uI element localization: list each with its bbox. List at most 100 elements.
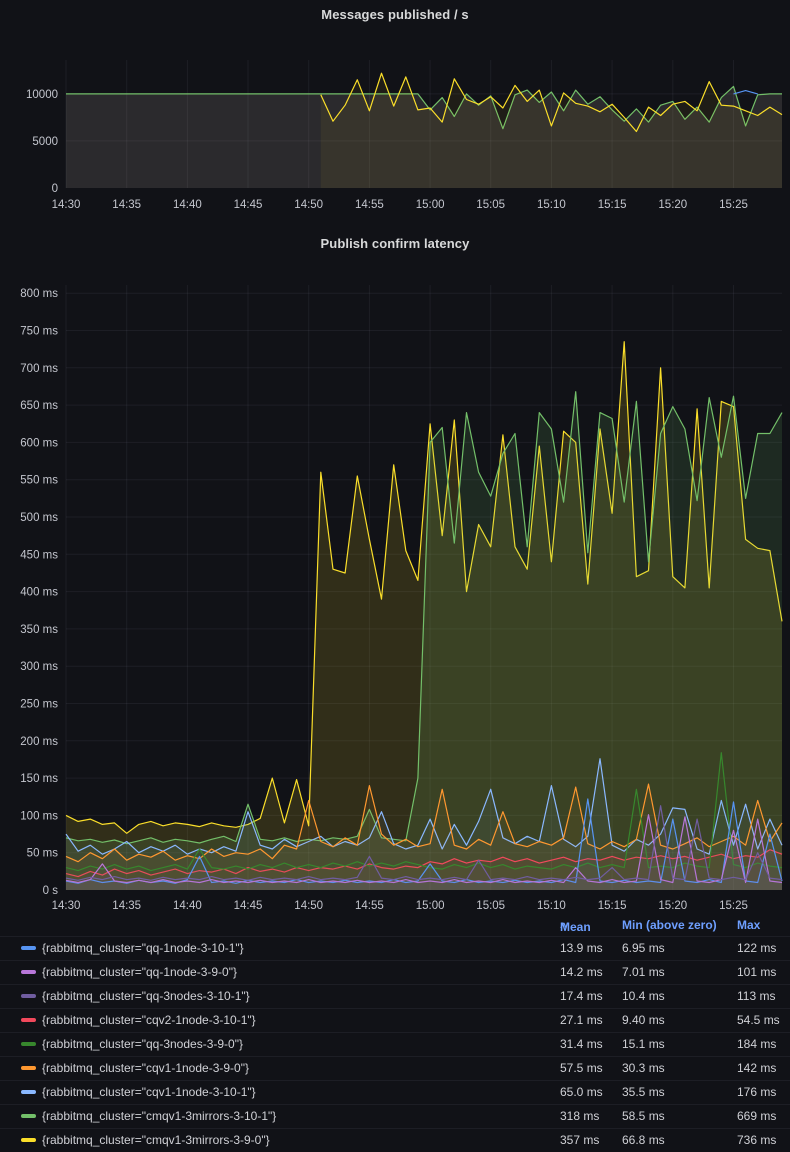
svg-text:14:30: 14:30 <box>52 199 81 211</box>
svg-text:10000: 10000 <box>26 89 58 101</box>
legend-value-max: 669 ms <box>737 1109 776 1123</box>
legend-value-min: 35.5 ms <box>622 1085 665 1099</box>
legend-row[interactable]: {rabbitmq_cluster="qq-3nodes-3-9-0"} 31.4… <box>0 1032 790 1056</box>
svg-text:15:00: 15:00 <box>416 199 445 211</box>
legend-value-max: 54.5 ms <box>737 1013 780 1027</box>
legend-series-name[interactable]: {rabbitmq_cluster="qq-1node-3-10-1"} <box>42 941 244 955</box>
svg-text:650 ms: 650 ms <box>20 400 58 412</box>
legend-column-max[interactable]: Max <box>737 918 760 932</box>
svg-text:15:05: 15:05 <box>476 900 505 912</box>
series-color-swatch <box>21 1066 36 1070</box>
svg-text:14:35: 14:35 <box>112 900 141 912</box>
legend-series-name[interactable]: {rabbitmq_cluster="qq-1node-3-9-0"} <box>42 965 237 979</box>
svg-text:350 ms: 350 ms <box>20 624 58 636</box>
svg-text:15:25: 15:25 <box>719 199 748 211</box>
legend-value-max: 184 ms <box>737 1037 776 1051</box>
svg-text:750 ms: 750 ms <box>20 326 58 338</box>
legend-value-mean: 65.0 ms <box>560 1085 603 1099</box>
svg-text:0 s: 0 s <box>43 885 59 897</box>
svg-text:15:25: 15:25 <box>719 900 748 912</box>
messages-published-chart[interactable]: 100005000014:3014:3514:4014:4514:5014:55… <box>0 0 790 218</box>
legend-value-max: 736 ms <box>737 1133 776 1147</box>
series-color-swatch <box>21 1042 36 1046</box>
legend-row[interactable]: {rabbitmq_cluster="qq-1node-3-9-0"} 14.2 … <box>0 960 790 984</box>
series-color-swatch <box>21 994 36 998</box>
legend-value-max: 122 ms <box>737 941 776 955</box>
svg-text:400 ms: 400 ms <box>20 587 58 599</box>
svg-text:250 ms: 250 ms <box>20 699 58 711</box>
svg-text:0: 0 <box>52 183 58 195</box>
legend-row[interactable]: {rabbitmq_cluster="cmqv1-3mirrors-3-10-1… <box>0 1104 790 1128</box>
svg-text:500 ms: 500 ms <box>20 512 58 524</box>
svg-text:200 ms: 200 ms <box>20 736 58 748</box>
svg-text:15:00: 15:00 <box>416 900 445 912</box>
legend-series-name[interactable]: {rabbitmq_cluster="qq-3nodes-3-9-0"} <box>42 1037 243 1051</box>
legend-series-name[interactable]: {rabbitmq_cluster="cqv1-1node-3-9-0"} <box>42 1061 249 1075</box>
svg-text:14:55: 14:55 <box>355 199 384 211</box>
legend-value-min: 30.3 ms <box>622 1061 665 1075</box>
legend-row[interactable]: {rabbitmq_cluster="cqv2-1node-3-10-1"} 27… <box>0 1008 790 1032</box>
svg-text:14:50: 14:50 <box>294 199 323 211</box>
series-color-swatch <box>21 1138 36 1142</box>
legend-row[interactable]: {rabbitmq_cluster="cqv1-1node-3-10-1"} 65… <box>0 1080 790 1104</box>
series-group <box>66 342 782 890</box>
svg-text:600 ms: 600 ms <box>20 437 58 449</box>
legend-value-min: 58.5 ms <box>622 1109 665 1123</box>
series-group <box>66 73 782 188</box>
publish-confirm-latency-chart[interactable]: 800 ms 750 ms 700 ms 650 ms 600 ms 550 ms 500 … <box>0 228 790 916</box>
svg-text:14:40: 14:40 <box>173 900 202 912</box>
legend-value-min: 10.4 ms <box>622 989 665 1003</box>
svg-text:14:50: 14:50 <box>294 900 323 912</box>
svg-text:14:45: 14:45 <box>234 900 263 912</box>
legend-series-name[interactable]: {rabbitmq_cluster="qq-3nodes-3-10-1"} <box>42 989 250 1003</box>
svg-text:14:45: 14:45 <box>234 199 263 211</box>
svg-text:15:15: 15:15 <box>598 900 627 912</box>
legend-series-name[interactable]: {rabbitmq_cluster="cmqv1-3mirrors-3-9-0"… <box>42 1133 270 1147</box>
legend-series-name[interactable]: {rabbitmq_cluster="cqv1-1node-3-10-1"} <box>42 1085 256 1099</box>
svg-text:15:20: 15:20 <box>658 900 687 912</box>
legend-value-min: 15.1 ms <box>622 1037 665 1051</box>
legend-value-mean: 27.1 ms <box>560 1013 603 1027</box>
svg-text:100 ms: 100 ms <box>20 810 58 822</box>
legend-value-mean: 31.4 ms <box>560 1037 603 1051</box>
svg-text:700 ms: 700 ms <box>20 363 58 375</box>
legend-value-max: 101 ms <box>737 965 776 979</box>
svg-text:5000: 5000 <box>32 136 58 148</box>
legend-value-mean: 318 ms <box>560 1109 599 1123</box>
legend-row[interactable]: {rabbitmq_cluster="cqv1-1node-3-9-0"} 57.… <box>0 1056 790 1080</box>
legend-value-mean: 57.5 ms <box>560 1061 603 1075</box>
svg-text:800 ms: 800 ms <box>20 288 58 300</box>
legend-column-min[interactable]: Min (above zero) <box>622 918 717 932</box>
sort-ascending-icon: ^ <box>560 920 567 934</box>
svg-text:450 ms: 450 ms <box>20 549 58 561</box>
legend-value-min: 7.01 ms <box>622 965 665 979</box>
legend-value-max: 113 ms <box>737 989 775 1003</box>
legend-value-min: 6.95 ms <box>622 941 665 955</box>
svg-text:15:20: 15:20 <box>658 199 687 211</box>
svg-text:15:10: 15:10 <box>537 900 566 912</box>
svg-text:15:10: 15:10 <box>537 199 566 211</box>
legend-series-name[interactable]: {rabbitmq_cluster="cmqv1-3mirrors-3-10-1… <box>42 1109 276 1123</box>
svg-text:300 ms: 300 ms <box>20 661 58 673</box>
legend-value-mean: 14.2 ms <box>560 965 603 979</box>
legend-series-name[interactable]: {rabbitmq_cluster="cqv2-1node-3-10-1"} <box>42 1013 256 1027</box>
legend-row[interactable]: {rabbitmq_cluster="cmqv1-3mirrors-3-9-0"… <box>0 1128 790 1152</box>
legend-table: Mean ^ Min (above zero) Max {rabbitmq_cl… <box>0 916 790 1152</box>
series-color-swatch <box>21 1114 36 1118</box>
legend-header: Mean ^ Min (above zero) Max <box>0 916 790 936</box>
series-color-swatch <box>21 1090 36 1094</box>
svg-text:550 ms: 550 ms <box>20 475 58 487</box>
legend-value-max: 176 ms <box>737 1085 776 1099</box>
series-color-swatch <box>21 946 36 950</box>
series-color-swatch <box>21 970 36 974</box>
svg-text:50 ms: 50 ms <box>27 848 59 860</box>
legend-row[interactable]: {rabbitmq_cluster="qq-3nodes-3-10-1"}17.… <box>0 984 790 1008</box>
legend-row[interactable]: {rabbitmq_cluster="qq-1node-3-10-1"} 13.9… <box>0 936 790 960</box>
svg-text:14:55: 14:55 <box>355 900 384 912</box>
svg-text:15:05: 15:05 <box>476 199 505 211</box>
svg-text:14:30: 14:30 <box>52 900 81 912</box>
series-color-swatch <box>21 1018 36 1022</box>
legend-value-max: 142 ms <box>737 1061 776 1075</box>
legend-value-mean: 13.9 ms <box>560 941 603 955</box>
legend-value-min: 66.8 ms <box>622 1133 665 1147</box>
